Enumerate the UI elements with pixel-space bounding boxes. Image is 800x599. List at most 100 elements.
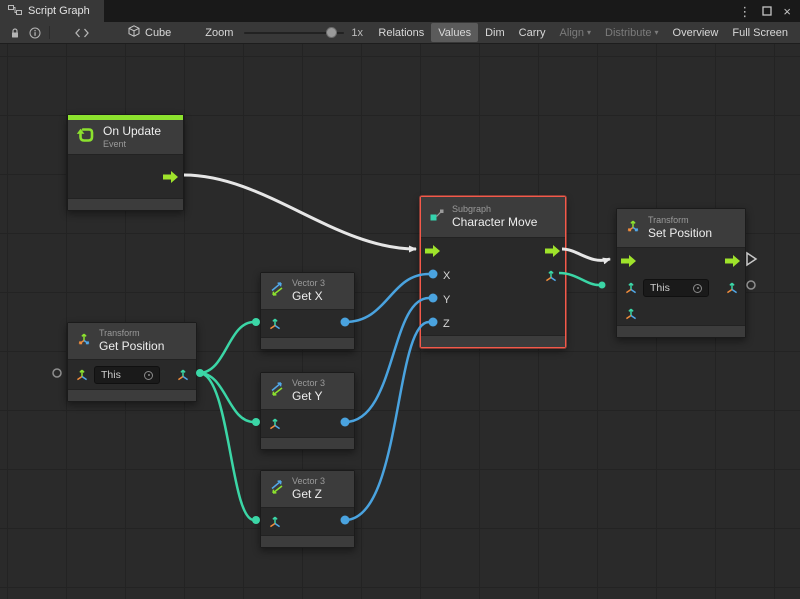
character-move-title: Character Move	[452, 215, 537, 230]
node-character-move[interactable]: Subgraph Character Move X Y Z	[420, 196, 566, 348]
vector-input-port-icon[interactable]	[267, 514, 283, 535]
this-field-value: This	[650, 282, 670, 294]
character-move-body: X Y Z	[421, 237, 565, 335]
unconnected-value-stub[interactable]	[747, 281, 755, 289]
vector-input-port-icon[interactable]	[267, 416, 283, 437]
fullscreen-button[interactable]: Full Screen	[725, 23, 795, 42]
getposition-output-dot[interactable]	[196, 369, 204, 377]
zoom-slider[interactable]	[244, 32, 344, 34]
flow-out-stub-icon[interactable]	[747, 253, 756, 265]
flow-output-port[interactable]	[545, 245, 561, 257]
flow-output-port[interactable]	[725, 255, 741, 267]
gety-input-dot[interactable]	[252, 418, 260, 426]
get-y-title: Get Y	[292, 389, 325, 404]
align-label: Align	[560, 27, 584, 39]
node-on-update[interactable]: On Update Event	[67, 114, 184, 211]
script-graph-icon	[8, 4, 22, 19]
on-update-title: On Update	[103, 124, 161, 139]
overview-button[interactable]: Overview	[666, 23, 726, 42]
node-get-z[interactable]: Vector 3 Get Z	[260, 470, 355, 548]
zoom-value: 1x	[351, 27, 367, 39]
node-get-position[interactable]: Transform Get Position This	[67, 322, 197, 402]
tab-title: Script Graph	[28, 5, 90, 17]
subgraph-icon	[429, 207, 445, 228]
get-y-header: Vector 3 Get Y	[261, 373, 354, 409]
values-button[interactable]: Values	[431, 23, 478, 42]
zoom-slider-handle[interactable]	[326, 27, 337, 38]
set-position-category: Transform	[648, 215, 712, 226]
wire-getposition-to-getz	[199, 373, 254, 520]
on-update-category: Event	[103, 139, 161, 150]
object-picker-icon[interactable]	[693, 284, 702, 293]
flow-input-port[interactable]	[425, 245, 441, 257]
port-label-x: X	[443, 269, 450, 283]
window-controls: ⋮ ×	[738, 0, 800, 22]
vector3-icon	[269, 281, 285, 302]
lock-icon[interactable]	[5, 24, 25, 42]
get-z-category: Vector 3	[292, 476, 325, 487]
get-position-category: Transform	[99, 328, 164, 339]
maximize-icon[interactable]	[762, 6, 772, 16]
graph-owner-label: Cube	[145, 27, 171, 39]
this-port-dot[interactable]	[599, 282, 606, 289]
this-input-port-icon[interactable]	[623, 280, 639, 301]
get-position-body: This	[68, 359, 196, 389]
getz-input-dot[interactable]	[252, 516, 260, 524]
object-picker-icon[interactable]	[144, 371, 153, 380]
dropdown-caret-icon: ▾	[655, 29, 659, 37]
get-y-category: Vector 3	[292, 378, 325, 389]
this-object-field[interactable]: This	[643, 279, 709, 297]
info-icon[interactable]	[25, 24, 45, 42]
transform-port-icon[interactable]	[74, 367, 90, 388]
node-footer	[68, 389, 196, 401]
node-footer	[261, 337, 354, 349]
kebab-menu-icon[interactable]: ⋮	[738, 5, 751, 18]
transform-icon	[76, 331, 92, 352]
relations-button[interactable]: Relations	[371, 23, 431, 42]
on-update-header: On Update Event	[68, 120, 183, 154]
position-output-port-icon[interactable]	[175, 367, 191, 388]
node-set-position[interactable]: Transform Set Position This	[616, 208, 746, 338]
character-move-header: Subgraph Character Move	[421, 197, 565, 237]
getx-input-dot[interactable]	[252, 318, 260, 326]
zoom-label: Zoom	[201, 27, 237, 39]
set-position-title: Set Position	[648, 226, 712, 241]
code-icon[interactable]	[72, 24, 92, 42]
port-label-y: Y	[443, 293, 450, 307]
toolbar-separator	[49, 26, 50, 39]
get-position-header: Transform Get Position	[68, 323, 196, 359]
get-position-title: Get Position	[99, 339, 164, 354]
carry-button[interactable]: Carry	[512, 23, 553, 42]
close-icon[interactable]: ×	[783, 5, 791, 18]
node-get-x[interactable]: Vector 3 Get X	[260, 272, 355, 350]
flow-output-port[interactable]	[163, 171, 179, 183]
node-footer	[261, 437, 354, 449]
vector3-icon	[269, 479, 285, 500]
transform-output-port-icon[interactable]	[543, 268, 559, 289]
wire-getx-to-x	[345, 274, 429, 322]
transform-result-port-icon[interactable]	[724, 280, 740, 301]
this-object-field[interactable]: This	[94, 366, 160, 384]
get-z-title: Get Z	[292, 487, 325, 502]
flow-input-port[interactable]	[621, 255, 637, 267]
port-label-z: Z	[443, 317, 450, 331]
distribute-button[interactable]: Distribute ▾	[598, 23, 665, 42]
vector-input-port-icon[interactable]	[267, 316, 283, 337]
get-x-title: Get X	[292, 289, 325, 304]
wire-gety-to-y	[345, 298, 429, 422]
node-footer	[421, 335, 565, 347]
wire-getz-to-z	[345, 322, 429, 520]
get-y-body	[261, 409, 354, 437]
node-footer	[261, 535, 354, 547]
tab-script-graph[interactable]: Script Graph	[0, 0, 104, 22]
graph-owner[interactable]: Cube	[124, 25, 175, 40]
position-value-port-icon[interactable]	[623, 306, 639, 327]
get-z-body	[261, 507, 354, 535]
wire-getposition-to-gety	[199, 373, 254, 422]
on-update-body	[68, 154, 183, 198]
dim-button[interactable]: Dim	[478, 23, 512, 42]
unconnected-this-stub[interactable]	[53, 369, 61, 377]
graph-canvas[interactable]: On Update Event Transform Get Position T…	[0, 44, 800, 599]
node-get-y[interactable]: Vector 3 Get Y	[260, 372, 355, 450]
align-button[interactable]: Align ▾	[553, 23, 598, 42]
